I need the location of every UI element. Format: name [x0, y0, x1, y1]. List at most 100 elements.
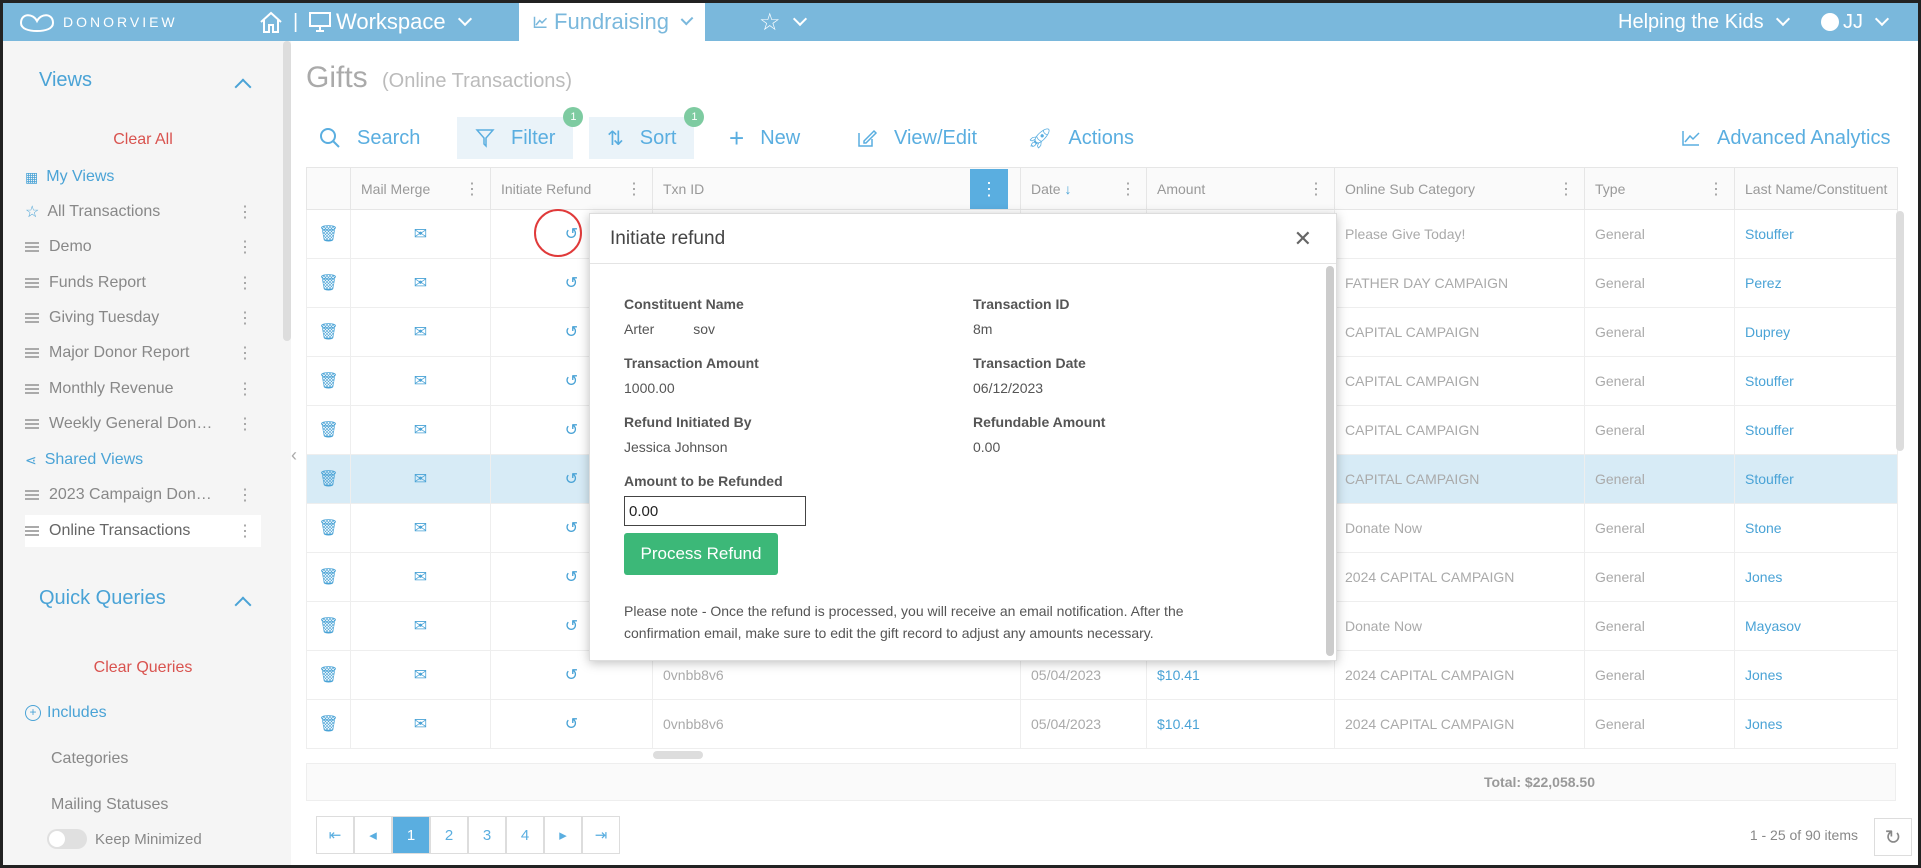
delete-icon[interactable]: 🗑︎	[306, 699, 351, 749]
delete-icon[interactable]: 🗑︎	[306, 405, 351, 455]
delete-icon[interactable]: 🗑︎	[306, 552, 351, 602]
sidebar-item-my-views[interactable]: ▦ My Views	[25, 161, 261, 193]
page-button-3[interactable]: 3	[468, 816, 506, 854]
amount-cell[interactable]: $10.41	[1146, 699, 1335, 749]
favorites-menu[interactable]: ☆	[759, 3, 807, 41]
kebab-menu-icon[interactable]: ⋮	[237, 273, 253, 293]
column-header-date[interactable]: Date ↓ ⋮	[1020, 167, 1147, 210]
first-page-button[interactable]: ⇤	[316, 816, 354, 854]
last-name-cell[interactable]: Stouffer	[1733, 405, 1899, 455]
mail-icon[interactable]: ✉	[350, 209, 491, 259]
quick-queries-collapse-toggle[interactable]	[234, 593, 252, 616]
column-header-type[interactable]: Type ⋮	[1584, 167, 1735, 210]
mail-icon[interactable]: ✉	[350, 503, 491, 553]
workspace-menu[interactable]: Workspace	[308, 3, 472, 41]
drag-handle-icon[interactable]	[25, 313, 39, 323]
page-button-4[interactable]: 4	[506, 816, 544, 854]
column-header-txn-id[interactable]: Txn ID	[652, 167, 1021, 210]
page-button-1[interactable]: 1	[392, 816, 430, 854]
refresh-button[interactable]: ↻	[1874, 818, 1912, 856]
drag-handle-icon[interactable]	[25, 384, 39, 394]
sidebar-item-online-transactions[interactable]: Online Transactions ⋮	[25, 515, 261, 547]
kebab-menu-icon[interactable]: ⋮	[237, 308, 253, 328]
delete-icon[interactable]: 🗑︎	[306, 258, 351, 308]
fundraising-menu[interactable]: Fundraising	[519, 3, 705, 41]
keep-minimized-toggle[interactable]	[47, 829, 87, 849]
delete-icon[interactable]: 🗑︎	[306, 601, 351, 651]
delete-icon[interactable]: 🗑︎	[306, 307, 351, 357]
drag-handle-icon[interactable]	[25, 526, 39, 536]
sidebar-item-shared-views[interactable]: ⋖ Shared Views	[25, 444, 261, 476]
mail-icon[interactable]: ✉	[350, 307, 491, 357]
sidebar-item-funds-report[interactable]: Funds Report ⋮	[25, 267, 261, 299]
kebab-menu-icon[interactable]: ⋮	[237, 237, 253, 257]
clear-all-button[interactable]: Clear All	[3, 131, 283, 149]
last-name-cell[interactable]: Jones	[1733, 650, 1899, 700]
last-name-cell[interactable]: Stone	[1733, 503, 1899, 553]
delete-icon[interactable]: 🗑︎	[306, 650, 351, 700]
mail-icon[interactable]: ✉	[350, 405, 491, 455]
search-button[interactable]: Search	[319, 117, 420, 159]
mail-icon[interactable]: ✉	[350, 258, 491, 308]
horizontal-scrollbar[interactable]	[653, 751, 703, 759]
modal-scrollbar[interactable]	[1326, 266, 1334, 656]
views-heading[interactable]: Views	[39, 69, 92, 92]
kebab-menu-icon[interactable]: ⋮	[237, 343, 253, 363]
advanced-analytics-button[interactable]: Advanced Analytics	[1681, 117, 1890, 159]
mail-icon[interactable]: ✉	[350, 454, 491, 504]
prev-page-button[interactable]: ◂	[354, 816, 392, 854]
column-menu-button[interactable]: ⋮	[970, 169, 1008, 209]
amount-to-refund-input[interactable]	[624, 496, 806, 526]
last-name-cell[interactable]: Duprey	[1733, 307, 1899, 357]
sidebar-item-all-transactions[interactable]: ☆ All Transactions ⋮	[25, 196, 261, 228]
last-page-button[interactable]: ⇥	[582, 816, 620, 854]
brand-logo[interactable]: DONORVIEW	[17, 11, 178, 33]
kebab-menu-icon[interactable]: ⋮	[237, 202, 253, 222]
includes-toggle[interactable]: + Includes	[25, 697, 261, 729]
delete-icon[interactable]: 🗑︎	[306, 454, 351, 504]
clear-queries-button[interactable]: Clear Queries	[3, 659, 283, 677]
last-name-cell[interactable]: Jones	[1733, 552, 1899, 602]
actions-button[interactable]: 🚀︎ Actions	[1027, 117, 1134, 159]
delete-icon[interactable]: 🗑︎	[306, 209, 351, 259]
sidebar-item-monthly-revenue[interactable]: Monthly Revenue ⋮	[25, 373, 261, 405]
mailing-statuses-item[interactable]: Mailing Statuses	[51, 789, 287, 821]
categories-item[interactable]: Categories	[51, 743, 287, 775]
sidebar-item-2023-campaign[interactable]: 2023 Campaign Don… ⋮	[25, 479, 261, 511]
delete-icon[interactable]: 🗑︎	[306, 356, 351, 406]
sidebar-item-demo[interactable]: Demo ⋮	[25, 231, 261, 263]
sidebar-item-major-donor-report[interactable]: Major Donor Report ⋮	[25, 337, 261, 369]
column-header-online-sub-category[interactable]: Online Sub Category ⋮	[1334, 167, 1585, 210]
close-icon[interactable]: ✕	[1294, 226, 1312, 252]
mail-icon[interactable]: ✉	[350, 356, 491, 406]
last-name-cell[interactable]: Stouffer	[1733, 209, 1899, 259]
kebab-menu-icon[interactable]: ⋮	[237, 414, 253, 434]
sort-button[interactable]: ⇅ Sort 1	[589, 107, 705, 159]
home-button[interactable]	[258, 3, 284, 41]
drag-handle-icon[interactable]	[25, 278, 39, 288]
drag-handle-icon[interactable]	[25, 490, 39, 500]
mail-icon[interactable]: ✉	[350, 650, 491, 700]
kebab-menu-icon[interactable]: ⋮	[237, 485, 253, 505]
kebab-menu-icon[interactable]: ⋮	[1120, 179, 1136, 199]
delete-icon[interactable]: 🗑︎	[306, 503, 351, 553]
last-name-cell[interactable]: Stouffer	[1733, 356, 1899, 406]
kebab-menu-icon[interactable]: ⋮	[1708, 179, 1724, 199]
mail-icon[interactable]: ✉	[350, 601, 491, 651]
organization-menu[interactable]: Helping the Kids	[1618, 3, 1790, 41]
quick-queries-heading[interactable]: Quick Queries	[39, 587, 166, 610]
new-button[interactable]: + New	[729, 117, 800, 159]
column-header-mail-merge[interactable]: Mail Merge ⋮	[350, 167, 491, 210]
last-name-cell[interactable]: Perez	[1733, 258, 1899, 308]
kebab-menu-icon[interactable]: ⋮	[464, 179, 480, 199]
view-edit-button[interactable]: View/Edit	[856, 117, 977, 159]
filter-button[interactable]: Filter 1	[457, 107, 584, 159]
sidebar-item-weekly-general[interactable]: Weekly General Don… ⋮	[25, 408, 261, 440]
drag-handle-icon[interactable]	[25, 242, 39, 252]
kebab-menu-icon[interactable]: ⋮	[626, 179, 642, 199]
user-menu[interactable]: JJ	[1821, 3, 1890, 41]
kebab-menu-icon[interactable]: ⋮	[237, 521, 253, 541]
drag-handle-icon[interactable]	[25, 348, 39, 358]
drag-handle-icon[interactable]	[25, 419, 39, 429]
last-name-cell[interactable]: Mayasov	[1733, 601, 1899, 651]
